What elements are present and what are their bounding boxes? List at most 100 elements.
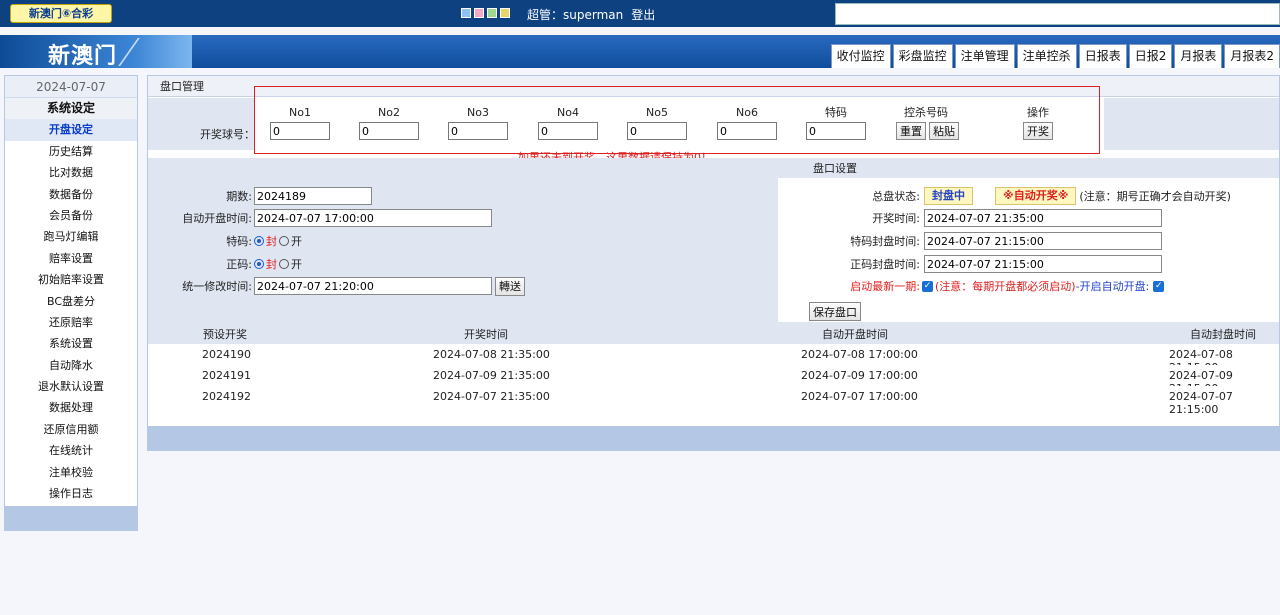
tema-open-radio[interactable] (279, 236, 289, 246)
tema-seal-radio[interactable] (254, 236, 264, 246)
draw-time-input[interactable] (924, 209, 1162, 227)
sidebar-item-auto-drop[interactable]: 自动降水 (5, 355, 137, 376)
ball-input-3[interactable] (448, 122, 508, 140)
zhengma-open-label: 开 (291, 258, 302, 271)
tema-close-row: 特码封盘时间: (778, 231, 1162, 251)
ball-column-2: No2 (359, 104, 419, 140)
sidebar-footer (5, 506, 137, 530)
top-bar: 新澳门⑥合彩 超管：superman 登出 (0, 0, 1280, 27)
auto-open-label: 自动开盘时间: (182, 212, 252, 225)
reset-button[interactable]: 重置 (896, 122, 926, 140)
banner: 新澳门 收付监控 彩盘监控 注单管理 注单控杀 日报表 日报2 月报表 月报表2 (0, 35, 1280, 68)
column-header: 自动开盘时间 (822, 328, 888, 341)
paste-button[interactable]: 粘贴 (929, 122, 959, 140)
latest-checkbox[interactable]: ✓ (922, 280, 933, 292)
brand-tag[interactable]: 新澳门⑥合彩 (10, 4, 112, 23)
ball-input-6[interactable] (717, 122, 777, 140)
sidebar-item-restore-credit[interactable]: 还原信用额 (5, 419, 137, 440)
sidebar-item-marquee[interactable]: 跑马灯编辑 (5, 226, 137, 247)
sidebar-item-restore-odds[interactable]: 还原赔率 (5, 312, 137, 333)
table-row: 2024191 2024-07-09 21:35:00 2024-07-09 1… (148, 365, 1279, 395)
sidebar-item-open-settings[interactable]: 开盘设定 (5, 119, 137, 141)
top-input[interactable] (835, 3, 1280, 25)
table-cell: 2024-07-07 21:15:00 (1169, 390, 1233, 416)
tab-monthly-report[interactable]: 月报表 (1174, 44, 1223, 68)
tab-daily-report-2[interactable]: 日报2 (1128, 44, 1173, 68)
column-header: 预设开奖 (203, 328, 247, 341)
table-cell: 2024-07-08 17:00:00 (801, 348, 918, 361)
sidebar-heading: 系统设定 (5, 98, 137, 120)
table-cell: 2024191 (202, 369, 251, 382)
main-panel: 盘口管理 开奖球号： No1 No2 No3 No4 No5 No6 特码 (147, 75, 1280, 451)
table-cell: 2024190 (202, 348, 251, 361)
save-board-button[interactable]: 保存盘口 (809, 302, 861, 321)
sidebar-item-online-stats[interactable]: 在线统计 (5, 440, 137, 461)
tema-close-input[interactable] (924, 232, 1162, 250)
sidebar-item-member-backup[interactable]: 会员备份 (5, 205, 137, 226)
sidebar-item-bet-check[interactable]: 注单校验 (5, 462, 137, 483)
zhengma-seal-radio[interactable] (254, 259, 264, 269)
ball-header: No2 (378, 106, 400, 119)
auto-open-input[interactable] (254, 209, 492, 227)
draw-numbers-area: 开奖球号： No1 No2 No3 No4 No5 No6 特码 (148, 98, 1279, 166)
sidebar-item-compare[interactable]: 比对数据 (5, 162, 137, 183)
sidebar-item-operation-log[interactable]: 操作日志 (5, 483, 137, 504)
tab-bet-control[interactable]: 注单控杀 (1016, 44, 1077, 68)
top-nav-tabs: 收付监控 彩盘监控 注单管理 注单控杀 日报表 日报2 月报表 月报表2 (829, 44, 1280, 68)
draw-button[interactable]: 开奖 (1023, 122, 1053, 140)
logo: 新澳门 (0, 35, 192, 68)
sidebar-item-bc-diff[interactable]: BC盘差分 (5, 291, 137, 312)
ball-column-6: No6 (717, 104, 777, 140)
table-cell: 2024-07-07 17:00:00 (801, 390, 918, 403)
ball-input-4[interactable] (538, 122, 598, 140)
tab-board-monitor[interactable]: 彩盘监控 (892, 44, 953, 68)
settings-title: 盘口设置 (813, 162, 857, 175)
ball-input-2[interactable] (359, 122, 419, 140)
tab-monthly-report-2[interactable]: 月报表2 (1224, 44, 1280, 68)
column-header: 开奖时间 (464, 328, 508, 341)
sidebar-item-odds[interactable]: 赔率设置 (5, 248, 137, 269)
tab-daily-report[interactable]: 日报表 (1078, 44, 1127, 68)
skin-blue-button[interactable] (461, 8, 471, 18)
ball-input-1[interactable] (270, 122, 330, 140)
ball-header: No1 (289, 106, 311, 119)
zhengma-close-input[interactable] (924, 255, 1162, 273)
ball-header: No4 (557, 106, 579, 119)
status-row: 总盘状态: 封盘中 ※自动开奖※ (注意：期号正确才会自动开奖) (778, 186, 1231, 206)
schedule-header: 预设开奖 开奖时间 自动开盘时间 自动封盘时间 (148, 322, 1279, 344)
skin-green-button[interactable] (487, 8, 497, 18)
auto-open-checkbox[interactable]: ✓ (1153, 280, 1165, 292)
action-column: 操作 开奖 (1023, 104, 1053, 140)
unify-row: 统一修改时间: 轉送 (148, 276, 525, 296)
sidebar-item-history[interactable]: 历史结算 (5, 141, 137, 162)
ball-input-5[interactable] (627, 122, 687, 140)
schedule-table: 预设开奖 开奖时间 自动开盘时间 自动封盘时间 2024190 2024-07-… (148, 322, 1279, 416)
send-button[interactable]: 轉送 (495, 276, 525, 296)
ball-input-special[interactable] (806, 122, 866, 140)
ball-header: No6 (736, 106, 758, 119)
sidebar-item-initial-odds[interactable]: 初始赔率设置 (5, 269, 137, 290)
skin-yellow-button[interactable] (500, 8, 510, 18)
sidebar-item-system[interactable]: 系统设置 (5, 333, 137, 354)
issue-input[interactable] (254, 187, 372, 205)
sidebar-item-backup[interactable]: 数据备份 (5, 184, 137, 205)
ball-header: No3 (467, 106, 489, 119)
board-settings: 盘口设置 期数: 自动开盘时间: 特码: 封 开 正码: 封 开 统一修改时间:… (148, 158, 1279, 322)
ball-header: 特码 (825, 106, 847, 119)
sidebar-item-data-process[interactable]: 数据处理 (5, 397, 137, 418)
unify-label: 统一修改时间: (182, 280, 252, 293)
unify-time-input[interactable] (254, 277, 492, 295)
logout-link[interactable]: 登出 (631, 8, 655, 22)
status-badge[interactable]: 封盘中 (924, 187, 973, 205)
zhengma-open-radio[interactable] (279, 259, 289, 269)
tab-payment-monitor[interactable]: 收付监控 (830, 44, 891, 68)
skin-pink-button[interactable] (474, 8, 484, 18)
tema-close-label: 特码封盘时间: (850, 235, 920, 248)
tab-bet-management[interactable]: 注单管理 (954, 44, 1015, 68)
auto-draw-badge[interactable]: ※自动开奖※ (995, 187, 1077, 205)
logo-swoosh (118, 38, 192, 66)
panel-title: 盘口管理 (148, 76, 1279, 97)
zhengma-row: 正码: 封 开 (148, 254, 302, 274)
sidebar-item-rebate-default[interactable]: 退水默认设置 (5, 376, 137, 397)
draw-numbers-label: 开奖球号： (200, 128, 255, 141)
